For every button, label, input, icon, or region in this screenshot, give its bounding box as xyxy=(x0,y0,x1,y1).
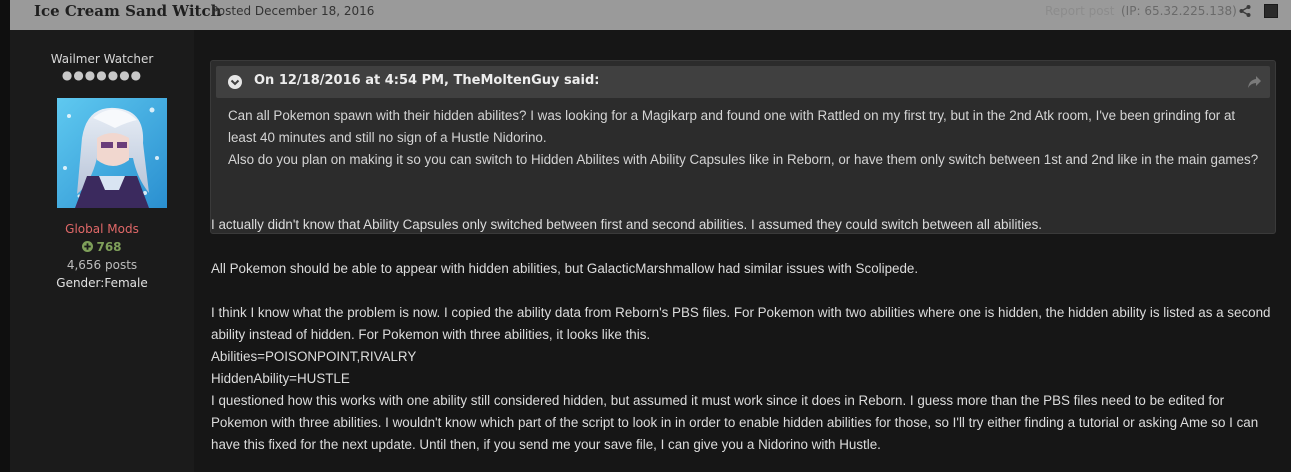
reputation-value: 768 xyxy=(96,240,122,254)
quote-citation: On 12/18/2016 at 4:54 PM, TheMoltenGuy s… xyxy=(254,73,600,88)
group-name: Global Mods xyxy=(65,222,139,236)
post-code-line: Abilities=POISONPOINT,RIVALRY xyxy=(211,349,417,364)
post-body: I actually didn't know that Ability Caps… xyxy=(211,214,1281,456)
ip-address[interactable]: (IP: 65.32.225.138) xyxy=(1121,4,1237,18)
quote-block: On 12/18/2016 at 4:54 PM, TheMoltenGuy s… xyxy=(210,60,1276,234)
post-paragraph: I questioned how this works with one abi… xyxy=(211,393,1259,452)
quote-line: Can all Pokemon spawn with their hidden … xyxy=(228,108,1236,145)
forum-post: Ice Cream Sand Witch Posted December 18,… xyxy=(0,0,1291,472)
author-panel: Wailmer Watcher ●●●●●●● Global Mods 768 … xyxy=(10,30,194,472)
post-paragraph: I actually didn't know that Ability Caps… xyxy=(211,217,1042,232)
share-icon[interactable] xyxy=(1238,4,1252,18)
post-date: Posted December 18, 2016 xyxy=(211,4,375,18)
gender-field: Gender:Female xyxy=(56,276,148,290)
select-post-checkbox[interactable] xyxy=(1264,4,1278,18)
quote-line: Also do you plan on making it so you can… xyxy=(228,152,1259,167)
post-count: 4,656 posts xyxy=(66,258,138,272)
post-paragraph: I think I know what the problem is now. … xyxy=(211,305,1271,342)
chevron-down-circle-icon[interactable] xyxy=(227,74,243,90)
post-paragraph: All Pokemon should be able to appear wit… xyxy=(211,261,919,276)
rank-pips: ●●●●●●● xyxy=(61,68,143,82)
quote-body: Can all Pokemon spawn with their hidden … xyxy=(228,105,1263,171)
share-arrow-icon[interactable] xyxy=(1247,75,1262,89)
post-code-line: HiddenAbility=HUSTLE xyxy=(211,371,350,386)
plus-circle-icon xyxy=(82,241,94,252)
quote-citation-bar[interactable]: On 12/18/2016 at 4:54 PM, TheMoltenGuy s… xyxy=(216,66,1270,98)
post-content: On 12/18/2016 at 4:54 PM, TheMoltenGuy s… xyxy=(194,30,1291,472)
post-header: Ice Cream Sand Witch Posted December 18,… xyxy=(10,0,1291,30)
page-edge xyxy=(0,0,10,472)
avatar-image xyxy=(57,98,167,208)
report-post-link[interactable]: Report post xyxy=(1045,4,1115,18)
reputation-count[interactable]: 768 xyxy=(10,240,194,254)
post-author-name[interactable]: Ice Cream Sand Witch xyxy=(34,2,222,20)
member-title: Wailmer Watcher xyxy=(50,52,154,66)
avatar[interactable] xyxy=(57,98,167,208)
